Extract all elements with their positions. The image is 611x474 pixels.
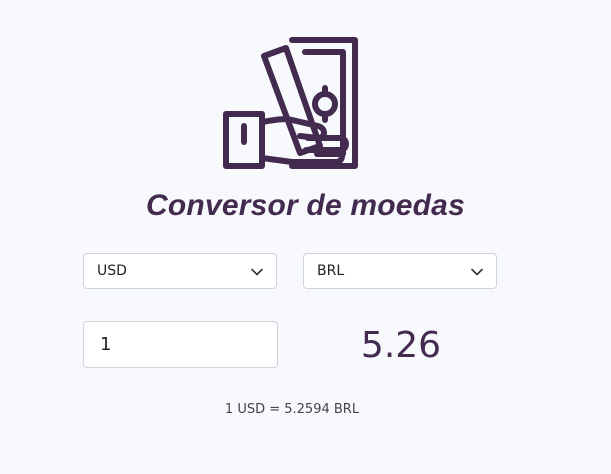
page-title: Conversor de moedas [146, 189, 465, 222]
from-currency-value: USD [97, 263, 127, 279]
to-currency-select[interactable]: BRL [303, 253, 497, 289]
converted-result: 5.26 [360, 325, 442, 366]
chevron-down-icon [251, 268, 263, 276]
to-currency-value: BRL [317, 263, 345, 279]
amount-input[interactable] [83, 321, 278, 368]
cash-in-hand-icon [223, 37, 358, 169]
chevron-down-icon [471, 268, 483, 276]
exchange-rate-text: 1 USD = 5.2594 BRL [224, 402, 360, 417]
from-currency-select[interactable]: USD [83, 253, 277, 289]
